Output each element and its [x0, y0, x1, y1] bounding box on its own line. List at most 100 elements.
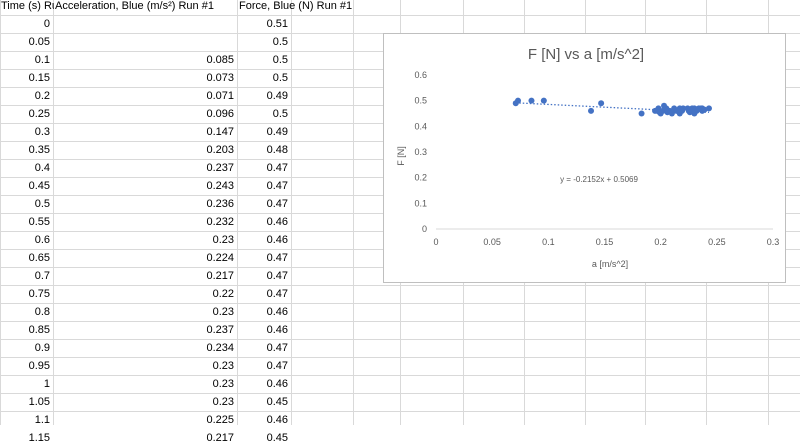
y-axis-ticks: 0 0.1 0.2 0.3 0.4 0.5 0.6: [414, 70, 427, 234]
cell-force[interactable]: 0.51: [238, 15, 291, 33]
cell-acceleration[interactable]: 0.232: [54, 213, 237, 231]
cell-time[interactable]: 0.6: [0, 231, 53, 249]
cell-acceleration[interactable]: 0.23: [54, 375, 237, 393]
trendline-equation: y = -0.2152x + 0.5069: [560, 175, 638, 184]
cell-time[interactable]: 0.3: [0, 123, 53, 141]
cell-acceleration[interactable]: 0.096: [54, 105, 237, 123]
cell-time[interactable]: 0.55: [0, 213, 53, 231]
y-tick-label: 0: [422, 224, 427, 234]
cell-time[interactable]: 0.45: [0, 177, 53, 195]
cell-acceleration[interactable]: 0.203: [54, 141, 237, 159]
table-row: 0.85 0.237 0.46: [0, 321, 800, 339]
cell-time[interactable]: 0.95: [0, 357, 53, 375]
data-point: [540, 97, 547, 104]
cell-time[interactable]: 0.5: [0, 195, 53, 213]
cell-force[interactable]: 0.45: [238, 393, 291, 411]
chart-title: F [N] vs a [m/s^2]: [528, 46, 644, 63]
cell-acceleration[interactable]: [54, 33, 237, 51]
header-cell-force[interactable]: Force, Blue (N) Run #1: [238, 0, 354, 15]
cell-acceleration[interactable]: 0.236: [54, 195, 237, 213]
cell-acceleration[interactable]: 0.23: [54, 357, 237, 375]
cell-acceleration[interactable]: 0.073: [54, 69, 237, 87]
cell-time[interactable]: 0.1: [0, 51, 53, 69]
cell-acceleration[interactable]: 0.085: [54, 51, 237, 69]
cell-force[interactable]: 0.5: [238, 105, 291, 123]
cell-force[interactable]: 0.46: [238, 213, 291, 231]
y-tick-label: 0.4: [414, 121, 427, 131]
x-tick-label: 0.05: [483, 237, 501, 247]
cell-acceleration[interactable]: 0.23: [54, 393, 237, 411]
cell-force[interactable]: 0.45: [238, 429, 291, 447]
cell-acceleration[interactable]: 0.071: [54, 87, 237, 105]
cell-time[interactable]: 0.85: [0, 321, 53, 339]
x-tick-label: 0.1: [542, 237, 555, 247]
cell-time[interactable]: 0.15: [0, 69, 53, 87]
cell-force[interactable]: 0.5: [238, 51, 291, 69]
table-row: 1 0.23 0.46: [0, 375, 800, 393]
cell-acceleration[interactable]: 0.22: [54, 285, 237, 303]
cell-time[interactable]: 0.35: [0, 141, 53, 159]
cell-force[interactable]: 0.47: [238, 339, 291, 357]
data-point: [588, 107, 595, 114]
data-point: [689, 105, 696, 112]
cell-time[interactable]: 0.9: [0, 339, 53, 357]
cell-force[interactable]: 0.49: [238, 87, 291, 105]
cell-force[interactable]: 0.5: [238, 69, 291, 87]
cell-time[interactable]: 0.2: [0, 87, 53, 105]
cell-force[interactable]: 0.46: [238, 231, 291, 249]
table-row: 1.1 0.225 0.46: [0, 411, 800, 429]
cell-force[interactable]: 0.5: [238, 33, 291, 51]
cell-time[interactable]: 0.05: [0, 33, 53, 51]
cell-acceleration[interactable]: 0.217: [54, 267, 237, 285]
cell-force[interactable]: 0.47: [238, 267, 291, 285]
cell-force[interactable]: 0.47: [238, 249, 291, 267]
cell-acceleration[interactable]: 0.23: [54, 231, 237, 249]
cell-acceleration[interactable]: 0.217: [54, 429, 237, 447]
cell-force[interactable]: 0.49: [238, 123, 291, 141]
cell-force[interactable]: 0.47: [238, 177, 291, 195]
y-tick-label: 0.5: [414, 96, 427, 106]
cell-time[interactable]: 0.75: [0, 285, 53, 303]
x-tick-label: 0.25: [708, 237, 726, 247]
y-tick-label: 0.2: [414, 173, 427, 183]
data-point: [598, 100, 605, 107]
cell-time[interactable]: 1.05: [0, 393, 53, 411]
cell-acceleration[interactable]: 0.23: [54, 303, 237, 321]
cell-force[interactable]: 0.47: [238, 195, 291, 213]
cell-force[interactable]: 0.46: [238, 303, 291, 321]
scatter-chart[interactable]: F [N] vs a [m/s^2] 0 0.1 0.2 0.3 0.4 0.5 0.6 0…: [383, 33, 786, 283]
y-tick-label: 0.1: [414, 198, 427, 208]
cell-time[interactable]: 0.25: [0, 105, 53, 123]
cell-time[interactable]: 0.4: [0, 159, 53, 177]
cell-force[interactable]: 0.47: [238, 159, 291, 177]
cell-acceleration[interactable]: 0.225: [54, 411, 237, 429]
cell-force[interactable]: 0.46: [238, 375, 291, 393]
cell-force[interactable]: 0.46: [238, 321, 291, 339]
chart-canvas: F [N] vs a [m/s^2] 0 0.1 0.2 0.3 0.4 0.5 0.6 0…: [396, 46, 779, 269]
data-points: [512, 97, 712, 117]
cell-time[interactable]: 1: [0, 375, 53, 393]
header-cell-acceleration[interactable]: Acceleration, Blue (m/s²) Run #1: [54, 0, 238, 15]
cell-time[interactable]: 0.7: [0, 267, 53, 285]
cell-time[interactable]: 0.65: [0, 249, 53, 267]
cell-time[interactable]: 1.1: [0, 411, 53, 429]
x-tick-label: 0: [433, 237, 438, 247]
y-axis-label: F [N]: [396, 146, 406, 166]
cell-force[interactable]: 0.47: [238, 285, 291, 303]
cell-acceleration[interactable]: 0.234: [54, 339, 237, 357]
cell-acceleration[interactable]: 0.237: [54, 159, 237, 177]
cell-time[interactable]: 0: [0, 15, 53, 33]
cell-acceleration[interactable]: 0.224: [54, 249, 237, 267]
x-tick-label: 0.15: [596, 237, 614, 247]
table-row: 1.05 0.23 0.45: [0, 393, 800, 411]
cell-acceleration[interactable]: 0.243: [54, 177, 237, 195]
cell-acceleration[interactable]: [54, 15, 237, 33]
cell-force[interactable]: 0.47: [238, 357, 291, 375]
cell-time[interactable]: 0.8: [0, 303, 53, 321]
cell-acceleration[interactable]: 0.237: [54, 321, 237, 339]
cell-force[interactable]: 0.46: [238, 411, 291, 429]
cell-acceleration[interactable]: 0.147: [54, 123, 237, 141]
cell-time[interactable]: 1.15: [0, 429, 53, 447]
cell-force[interactable]: 0.48: [238, 141, 291, 159]
header-cell-time[interactable]: Time (s) Run #1: [0, 0, 54, 15]
